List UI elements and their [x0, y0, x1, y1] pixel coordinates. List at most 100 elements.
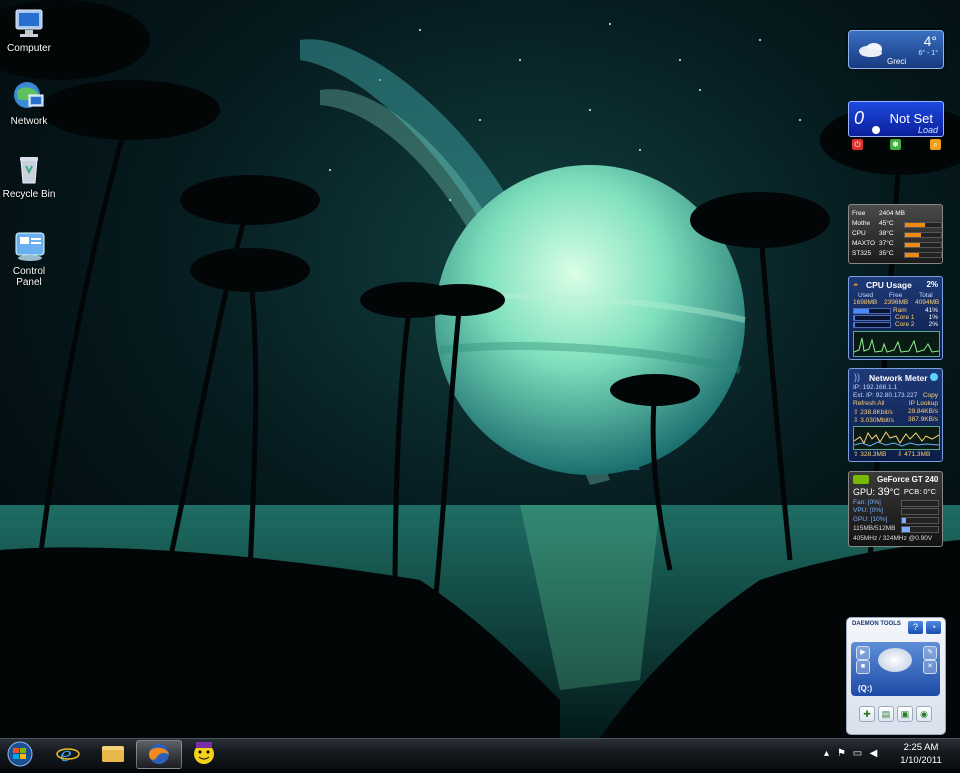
sysmon-bar [904, 252, 942, 258]
desktop-icon-recycle-bin[interactable]: Recycle Bin [0, 152, 58, 200]
refresh-link[interactable]: Refresh All [853, 400, 884, 407]
cloud-icon [858, 40, 884, 63]
gpu-temp-unit: °C [889, 487, 900, 497]
image-catalog-icon[interactable]: ◉ [916, 706, 932, 722]
yahoo-messenger-button[interactable] [182, 740, 226, 767]
taskbar: e ▴ ⚑ ▭ ◀ 2:25 AM 1/10/2011 [0, 738, 960, 769]
weather-gadget[interactable]: 4° 6° - 1° Greci [848, 30, 944, 69]
load-link[interactable]: Load [918, 125, 938, 135]
show-hidden-icons-icon[interactable]: ▴ [821, 748, 832, 759]
sysmon-bar [904, 222, 942, 228]
cpu-free-value: 2396MB [884, 299, 909, 306]
add-drive-icon[interactable]: ✚ [859, 706, 875, 722]
network-history-graph [853, 426, 940, 450]
sysmon-key: Mothe [852, 220, 871, 227]
gpu-temp-value: 39 [877, 486, 890, 498]
wrench-icon[interactable]: ✎ [923, 646, 937, 660]
sysmon-value: 35°C [879, 250, 894, 257]
core2-bar [853, 322, 891, 328]
yahoo-messenger-icon [194, 742, 214, 764]
network-globe-icon [12, 79, 46, 113]
core2-value: 2% [928, 321, 938, 328]
desktop-icon-network[interactable]: Network [0, 79, 58, 127]
power-profile-gadget[interactable]: 0 Not Set Load [848, 101, 944, 137]
cpu-used-value: 1698MB [853, 299, 878, 306]
network-meter-gadget: )) Network Meter IP: 192.168.1.1 Ext. IP… [848, 368, 943, 462]
desktop-icon-label: Network [10, 116, 48, 127]
download-speed: ⇩ 3.030Mbit/s [853, 417, 894, 424]
close-icon[interactable]: ✕ [923, 660, 937, 674]
sysmon-bar [904, 242, 942, 248]
download-speed-value: 3.030Mbit/s [860, 417, 894, 424]
cpu-history-graph [853, 331, 940, 357]
taskbar-clock[interactable]: 2:25 AM 1/10/2011 [893, 741, 949, 767]
sysmon-value: 38°C [879, 230, 894, 237]
stop-icon[interactable]: ■ [856, 660, 870, 674]
windows-explorer-button[interactable] [91, 740, 135, 767]
ram-label: Ram [893, 307, 907, 314]
nvidia-logo-icon [853, 475, 869, 484]
gpu-memory: 115MB/512MB [853, 525, 896, 532]
daemon-tools-gadget: DAEMON TOOLS ? ◔ ▶ ■ ✎ ✕ (Q:) ✚ ▤ ▣ ◉ [846, 617, 946, 735]
play-icon[interactable]: ▶ [856, 646, 870, 660]
total-upload: ⇧ 328.3MB [853, 451, 887, 458]
sysmon-bar [904, 232, 942, 238]
core1-value: 1% [928, 314, 938, 321]
volume-icon[interactable]: ◀ [868, 748, 879, 759]
svg-text:e: e [60, 742, 72, 766]
settings-icon[interactable]: ✱ [890, 139, 901, 150]
cpu-header-free: Free [889, 292, 903, 299]
virtual-drive-panel[interactable]: ▶ ■ ✎ ✕ (Q:) [851, 642, 940, 696]
cpu-total-value: 4094MB [915, 299, 940, 306]
action-center-flag-icon[interactable]: ⚑ [836, 748, 847, 759]
clock-date: 1/10/2011 [900, 755, 942, 766]
desktop-icon-control-panel[interactable]: Control Panel [0, 229, 58, 288]
internet-explorer-button[interactable]: e [46, 740, 90, 767]
sysmon-row: Free 2404 MB [852, 210, 940, 219]
firefox-button[interactable] [136, 740, 182, 769]
drive-letter: (Q:) [858, 684, 873, 693]
total-download: ⇩ 471.3MB [897, 451, 931, 458]
internet-explorer-icon: e [56, 742, 80, 766]
cpu-meter-icon: ◓ [853, 280, 859, 290]
pcb-temperature: PCB: 0°C [903, 487, 936, 496]
recycle-bin-icon [12, 152, 46, 186]
start-button[interactable] [3, 740, 37, 768]
network-title: Network Meter [869, 373, 928, 383]
copy-link[interactable]: Copy [923, 392, 938, 399]
gpu-clocks: 405MHz / 324MHz @0.90V [853, 535, 933, 542]
sysmon-value: 37°C [879, 240, 894, 247]
clock-time: 2:25 AM [903, 742, 939, 753]
sysmon-row: CPU 38°C [852, 230, 942, 239]
desktop-icon-label: Control Panel [12, 266, 46, 288]
ram-value: 41% [924, 307, 938, 314]
cpu-percent: 2% [926, 280, 938, 289]
power-icon[interactable]: ⏻ [852, 139, 863, 150]
gpu-memory-bar [901, 526, 939, 533]
folder-icon[interactable]: ▤ [878, 706, 894, 722]
cpu-usage-gadget: ◓ CPU Usage 2% Used Free Total 1698MB 23… [848, 276, 943, 360]
upload-speed: ⇧ 238.8Kbit/s [853, 409, 893, 416]
core1-label: Core 1 [895, 314, 915, 321]
help-button[interactable]: ? [908, 621, 923, 634]
arrow-up-icon[interactable] [872, 126, 880, 134]
desktop-icon-computer[interactable]: Computer [0, 6, 58, 54]
sysmon-key: ST325 [852, 250, 872, 257]
gpu-monitor-gadget: GeForce GT 240 GPU: 39°C PCB: 0°C Fan: [… [848, 471, 943, 547]
lock-icon[interactable]: ▣ [897, 706, 913, 722]
external-ip: Ext. IP: 92.80.173.227 [853, 392, 918, 399]
fan-bar [901, 500, 939, 507]
rss-icon[interactable]: ◔ [926, 621, 941, 634]
search-icon[interactable]: ⌕ [930, 139, 941, 150]
ip-lookup-link[interactable]: IP Lookup [909, 400, 938, 407]
gpu-title: GeForce GT 240 [877, 475, 939, 484]
firefox-icon [149, 744, 169, 764]
sysmon-row: ST325 35°C [852, 250, 942, 259]
weather-temperature: 4° [923, 33, 937, 49]
local-ip: IP: 192.168.1.1 [853, 384, 898, 391]
network-status-icon[interactable]: ▭ [852, 748, 863, 759]
weather-city: Greci [887, 57, 907, 66]
ram-bar [853, 308, 891, 314]
core1-bar [853, 315, 891, 321]
sysmon-row: MAXTO 37°C [852, 240, 942, 249]
